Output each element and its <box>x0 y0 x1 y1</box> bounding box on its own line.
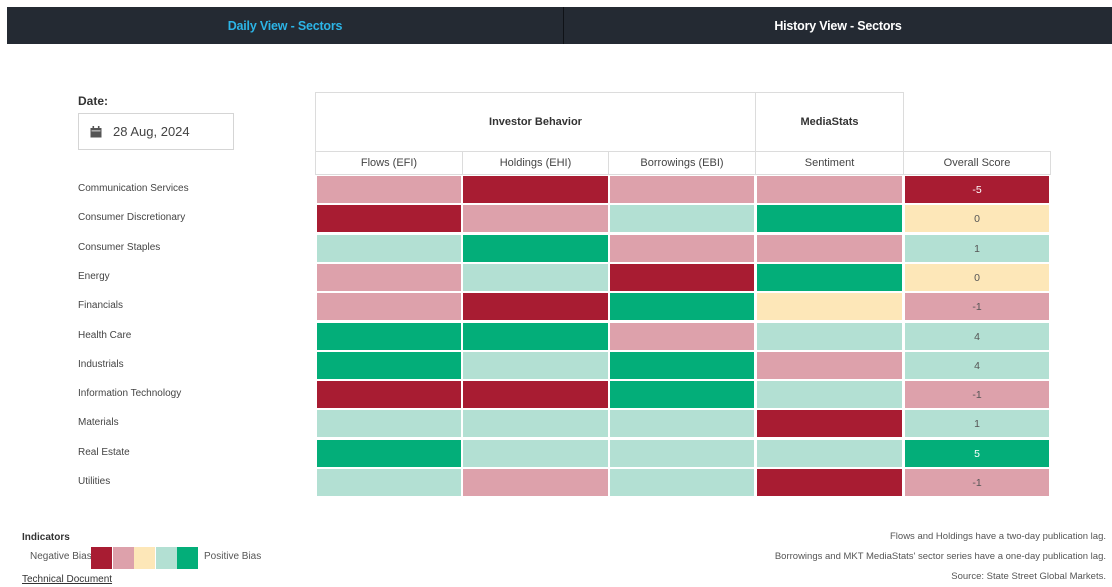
date-value: 28 Aug, 2024 <box>113 124 190 139</box>
overall-score-cell: -1 <box>905 293 1049 320</box>
heatmap-cell-holdings <box>463 381 608 408</box>
group-mediastats: MediaStats <box>755 92 904 152</box>
date-picker[interactable]: 28 Aug, 2024 <box>78 113 234 150</box>
group-investor-behavior: Investor Behavior <box>315 92 756 152</box>
heatmap-cell-sentiment <box>757 264 902 291</box>
heatmap-cell-sentiment <box>757 410 902 437</box>
heatmap-cell-flows <box>317 264 461 291</box>
heatmap-cell-flows <box>317 352 461 379</box>
sector-label: Energy <box>78 271 110 282</box>
heatmap-cell-sentiment <box>757 352 902 379</box>
heatmap-cell-flows <box>317 293 461 320</box>
heatmap-cell-sentiment <box>757 205 902 232</box>
heatmap-cell-borrowings <box>610 323 754 350</box>
heatmap-cell-borrowings <box>610 205 754 232</box>
sector-label: Information Technology <box>78 388 182 399</box>
legend-swatch-strong-positive <box>177 547 198 569</box>
group-mediastats-label: MediaStats <box>800 116 859 128</box>
column-header-flows: Flows (EFI) <box>315 151 463 175</box>
technical-document-link[interactable]: Technical Document <box>22 574 112 585</box>
tab-daily-view[interactable]: Daily View - Sectors <box>7 7 564 44</box>
heatmap-cell-sentiment <box>757 440 902 467</box>
overall-score-cell: 0 <box>905 264 1049 291</box>
positive-bias-label: Positive Bias <box>204 551 262 562</box>
column-header-borrowings: Borrowings (EBI) <box>608 151 756 175</box>
overall-score-cell: 4 <box>905 323 1049 350</box>
heatmap-cell-sentiment <box>757 469 902 496</box>
heatmap-cell-sentiment <box>757 235 902 262</box>
heatmap-cell-flows <box>317 469 461 496</box>
note-source: Source: State Street Global Markets. <box>951 571 1106 582</box>
overall-score-cell: 0 <box>905 205 1049 232</box>
heatmap-cell-holdings <box>463 323 608 350</box>
negative-bias-label: Negative Bias <box>30 551 92 562</box>
overall-score-cell: -1 <box>905 381 1049 408</box>
legend-swatch-positive <box>155 547 177 569</box>
view-tabs: Daily View - Sectors History View - Sect… <box>7 7 1112 44</box>
overall-score-cell: 5 <box>905 440 1049 467</box>
heatmap-cell-borrowings <box>610 410 754 437</box>
note-publication-lag-flows: Flows and Holdings have a two-day public… <box>890 531 1106 542</box>
group-investor-behavior-label: Investor Behavior <box>489 116 582 128</box>
overall-score-cell: -1 <box>905 469 1049 496</box>
heatmap-cell-sentiment <box>757 293 902 320</box>
legend-swatch-strong-negative <box>91 547 112 569</box>
heatmap-cell-holdings <box>463 469 608 496</box>
heatmap-cell-sentiment <box>757 381 902 408</box>
heatmap-cell-flows <box>317 323 461 350</box>
heatmap-cell-holdings <box>463 264 608 291</box>
sector-label: Materials <box>78 417 119 428</box>
heatmap-cell-borrowings <box>610 264 754 291</box>
indicators-title: Indicators <box>22 532 70 543</box>
sector-label: Consumer Staples <box>78 242 161 253</box>
heatmap-cell-holdings <box>463 440 608 467</box>
overall-score-cell: 4 <box>905 352 1049 379</box>
heatmap-cell-flows <box>317 176 461 203</box>
heatmap-cell-borrowings <box>610 440 754 467</box>
heatmap-cell-flows <box>317 381 461 408</box>
heatmap-cell-holdings <box>463 352 608 379</box>
sector-label: Health Care <box>78 330 132 341</box>
sector-label: Communication Services <box>78 183 189 194</box>
heatmap-cell-sentiment <box>757 323 902 350</box>
column-header-holdings: Holdings (EHI) <box>462 151 609 175</box>
legend-swatch-neutral <box>134 547 155 569</box>
heatmap-cell-borrowings <box>610 176 754 203</box>
note-publication-lag-borrowings: Borrowings and MKT MediaStats' sector se… <box>774 551 1106 562</box>
heatmap-cell-borrowings <box>610 293 754 320</box>
heatmap-cell-holdings <box>463 293 608 320</box>
sector-label: Real Estate <box>78 447 130 458</box>
heatmap-cell-borrowings <box>610 381 754 408</box>
heatmap-cell-holdings <box>463 235 608 262</box>
sector-label: Financials <box>78 300 124 311</box>
heatmap-cell-flows <box>317 205 461 232</box>
heatmap-cell-borrowings <box>610 352 754 379</box>
sector-label: Industrials <box>78 359 124 370</box>
heatmap-cell-flows <box>317 410 461 437</box>
heatmap-cell-flows <box>317 440 461 467</box>
heatmap-cell-flows <box>317 235 461 262</box>
date-label: Date: <box>78 94 109 108</box>
calendar-icon <box>90 125 102 138</box>
heatmap-cell-holdings <box>463 410 608 437</box>
sector-label: Utilities <box>78 476 111 487</box>
legend-swatch-negative <box>112 547 134 569</box>
heatmap-cell-holdings <box>463 205 608 232</box>
column-header-sentiment: Sentiment <box>755 151 904 175</box>
heatmap-cell-sentiment <box>757 176 902 203</box>
overall-score-cell: 1 <box>905 410 1049 437</box>
heatmap-cell-borrowings <box>610 235 754 262</box>
heatmap-cell-holdings <box>463 176 608 203</box>
overall-score-cell: -5 <box>905 176 1049 203</box>
tab-history-view[interactable]: History View - Sectors <box>564 7 1112 44</box>
sector-label: Consumer Discretionary <box>78 212 186 223</box>
column-header-overall-score: Overall Score <box>903 151 1051 175</box>
heatmap-cell-borrowings <box>610 469 754 496</box>
overall-score-cell: 1 <box>905 235 1049 262</box>
